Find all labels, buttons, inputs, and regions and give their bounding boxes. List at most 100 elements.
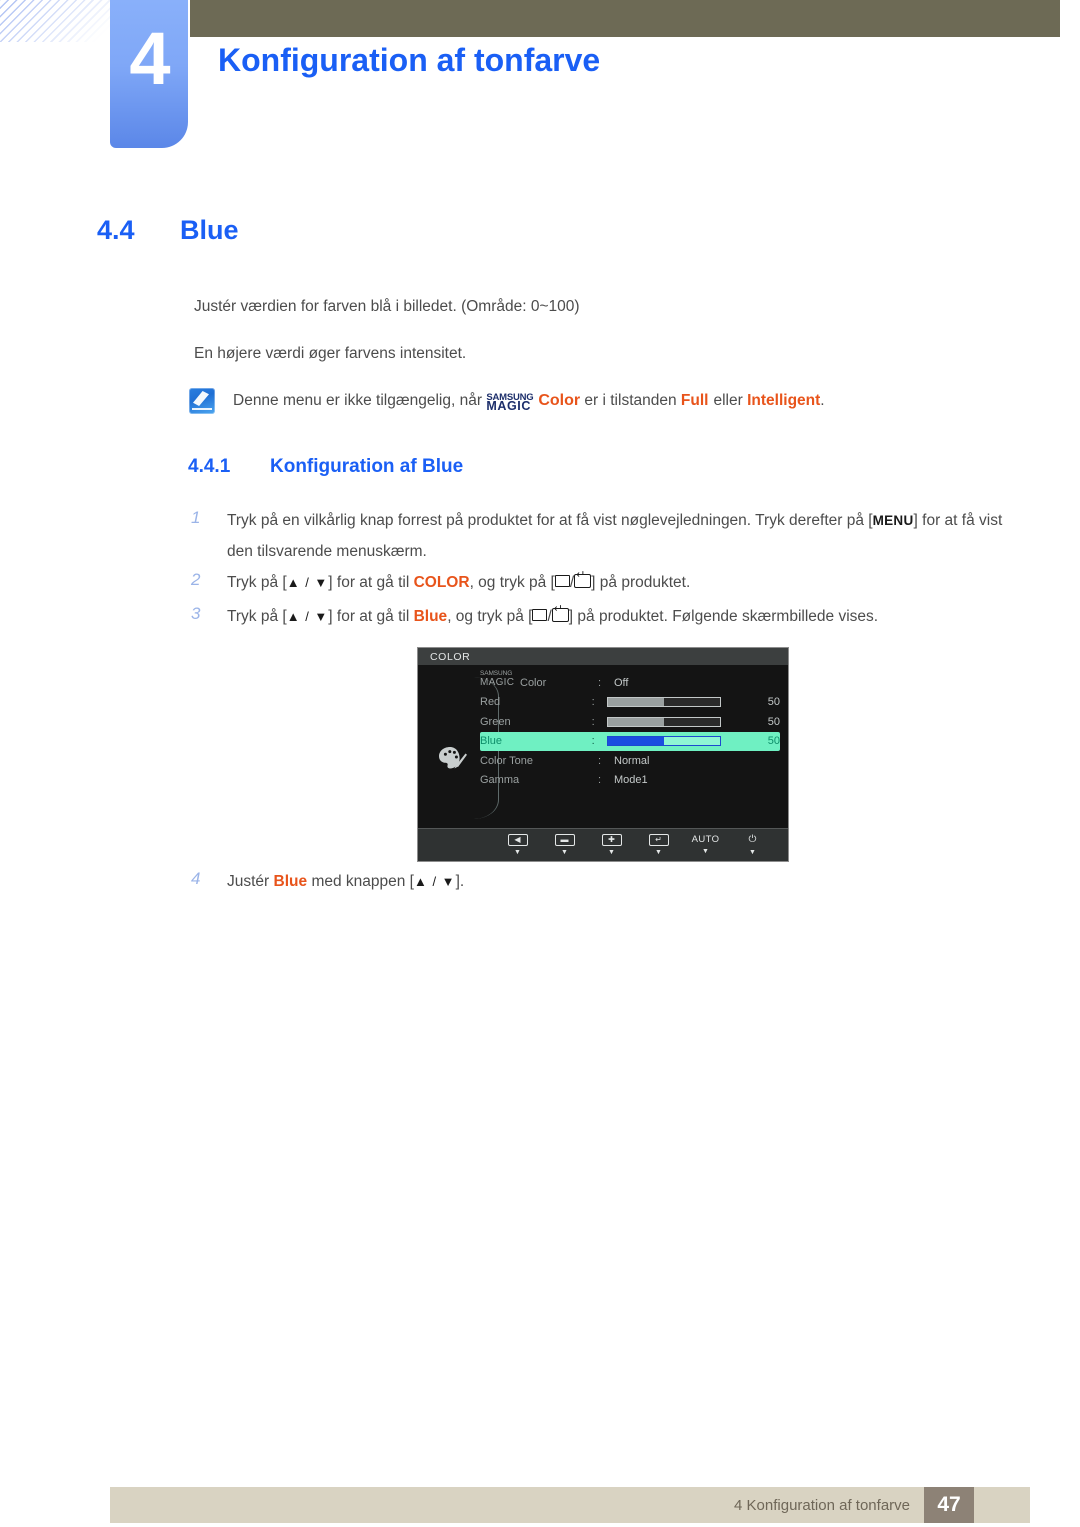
mode-full: Full <box>680 392 709 409</box>
power-button[interactable]: ⏻ ▼ <box>729 834 776 857</box>
enter-button[interactable]: ↵ ▼ <box>635 833 682 857</box>
section-title: Blue <box>180 215 239 245</box>
samsung-magic-bottom: MAGIC <box>486 399 531 413</box>
osd-row-blue-selected[interactable]: Blue : 50 <box>480 731 780 751</box>
decorative-stripes <box>0 0 120 42</box>
minus-button[interactable]: ▬ ▼ <box>541 833 588 857</box>
osd-rows: SAMSUNG MAGIC Color : Off Red : 50 Green… <box>480 670 780 791</box>
caret-down-icon: ▼ <box>749 848 756 856</box>
magic-color-word: Color <box>538 392 581 409</box>
left-arrow-glyph: ◀ <box>507 833 528 846</box>
osd-row-green[interactable]: Green : 50 <box>480 712 780 732</box>
updown-keys: ▲ / ▼ <box>413 874 456 889</box>
menu-key-label: MENU <box>872 513 914 528</box>
source-box-icon <box>554 575 570 587</box>
osd-label: Gamma <box>480 774 520 787</box>
plus-glyph: ✚ <box>601 833 622 846</box>
section-paragraph-1: Justér værdien for farven blå i billedet… <box>194 298 580 315</box>
osd-colon: : <box>591 735 595 748</box>
plus-button[interactable]: ✚ ▼ <box>588 833 635 857</box>
caret-down-icon: ▼ <box>702 848 709 855</box>
osd-magic-top: SAMSUNG <box>480 670 513 678</box>
header-olive-bar <box>190 0 1060 37</box>
section-heading: 4.4 Blue <box>97 215 239 246</box>
updown-keys: ▲ / ▼ <box>286 609 329 624</box>
step-item: 4 Justér Blue med knappen [▲ / ▼]. <box>191 866 464 897</box>
osd-slider-value: 50 <box>767 735 780 748</box>
osd-magic-bottom: MAGIC <box>480 677 515 689</box>
chapter-tab: 4 <box>110 0 188 148</box>
target-blue-menu: Blue <box>413 608 448 625</box>
osd-colon: : <box>598 774 602 787</box>
step2-part4: ] på produktet. <box>591 574 691 591</box>
step4-part1: Justér <box>227 873 270 890</box>
section-number: 4.4 <box>97 215 135 245</box>
note-callout: Denne menu er ikke tilgængelig, når SAMS… <box>189 388 825 414</box>
osd-slider-value: 50 <box>767 715 780 728</box>
step4-part2: med knappen [ <box>311 873 414 890</box>
osd-titlebar: COLOR <box>418 648 788 665</box>
step4-part3: ]. <box>455 873 465 890</box>
enter-glyph: ↵ <box>648 833 669 846</box>
osd-label: Green <box>480 715 511 728</box>
updown-keys: ▲ / ▼ <box>286 575 329 590</box>
osd-row-red[interactable]: Red : 50 <box>480 693 780 713</box>
target-blue: Blue <box>273 873 308 890</box>
osd-row-gamma[interactable]: Gamma : Mode1 <box>480 771 780 791</box>
step-text: Tryk på [▲ / ▼] for at gå til Blue, og t… <box>227 601 878 632</box>
chapter-number: 4 <box>129 17 170 100</box>
enter-key-icon <box>574 570 592 588</box>
osd-slider-value: 50 <box>767 696 780 709</box>
caret-down-icon: ▼ <box>608 848 615 856</box>
source-box-icon <box>532 609 548 621</box>
power-icon: ⏻ <box>748 833 757 845</box>
subsection-heading: 4.4.1 Konfiguration af Blue <box>188 456 463 478</box>
note-text-before: Denne menu er ikke tilgængelig, når <box>233 392 482 409</box>
osd-colon: : <box>598 754 602 767</box>
samsung-magic-logo-osd: SAMSUNG MAGIC <box>480 670 520 689</box>
osd-slider[interactable] <box>606 697 722 708</box>
step-item: 1 Tryk på en vilkårlig knap forrest på p… <box>191 505 1017 567</box>
osd-slider[interactable] <box>606 716 722 727</box>
step2-part2: ] for at gå til <box>328 574 410 591</box>
osd-button-bar: ◀ ▼ ▬ ▼ ✚ ▼ ↵ ▼ AUTO ▼ ⏻ ▼ <box>418 828 788 861</box>
page-header: 4 Konfiguration af tonfarve <box>0 0 1080 160</box>
subsection-number: 4.4.1 <box>188 456 231 477</box>
caret-down-icon: ▼ <box>514 848 521 856</box>
target-color-menu: COLOR <box>413 574 470 591</box>
page-number: 47 <box>924 1487 974 1523</box>
osd-auto-label: AUTO <box>691 834 720 845</box>
enter-key-icon <box>551 604 569 622</box>
caret-down-icon: ▼ <box>561 848 568 856</box>
step3-part3: , og tryk på [ <box>447 608 533 625</box>
step1-part1: Tryk på en vilkårlig knap forrest på pro… <box>227 512 873 529</box>
osd-slider[interactable] <box>606 736 722 747</box>
osd-row-magic-color[interactable]: SAMSUNG MAGIC Color : Off <box>480 670 780 693</box>
step3-part4: ] på produktet. Følgende skærmbillede vi… <box>568 608 879 625</box>
step-text: Tryk på [▲ / ▼] for at gå til COLOR, og … <box>227 567 690 598</box>
osd-row-color-tone[interactable]: Color Tone : Normal <box>480 751 780 771</box>
osd-colon: : <box>598 676 602 689</box>
palette-icon <box>439 747 467 769</box>
step2-part3: , og tryk på [ <box>469 574 555 591</box>
subsection-title: Konfiguration af Blue <box>270 456 464 477</box>
minus-glyph: ▬ <box>554 833 575 846</box>
section-paragraph-2: En højere værdi øger farvens intensitet. <box>194 345 467 362</box>
step-number: 1 <box>191 508 201 527</box>
osd-left-icon: ◀ <box>507 833 528 846</box>
step-number: 2 <box>191 570 201 589</box>
osd-value: Mode1 <box>614 774 648 787</box>
footer-chapter-label: 4 Konfiguration af tonfarve <box>734 1496 910 1514</box>
osd-magic-suffix: Color <box>520 677 547 690</box>
note-text: Denne menu er ikke tilgængelig, når SAMS… <box>233 388 825 414</box>
note-pencil-icon <box>189 388 215 414</box>
osd-colon: : <box>591 696 595 709</box>
step2-part1: Tryk på [ <box>227 574 287 591</box>
samsung-magic-logo: SAMSUNG MAGIC <box>486 392 538 413</box>
step3-part1: Tryk på [ <box>227 608 287 625</box>
osd-value: Off <box>614 676 629 689</box>
osd-main: SAMSUNG MAGIC Color : Off Red : 50 Green… <box>418 665 788 828</box>
step-item: 3 Tryk på [▲ / ▼] for at gå til Blue, og… <box>191 601 878 632</box>
left-arrow-button[interactable]: ◀ ▼ <box>494 833 541 857</box>
auto-button[interactable]: AUTO ▼ <box>682 834 729 856</box>
